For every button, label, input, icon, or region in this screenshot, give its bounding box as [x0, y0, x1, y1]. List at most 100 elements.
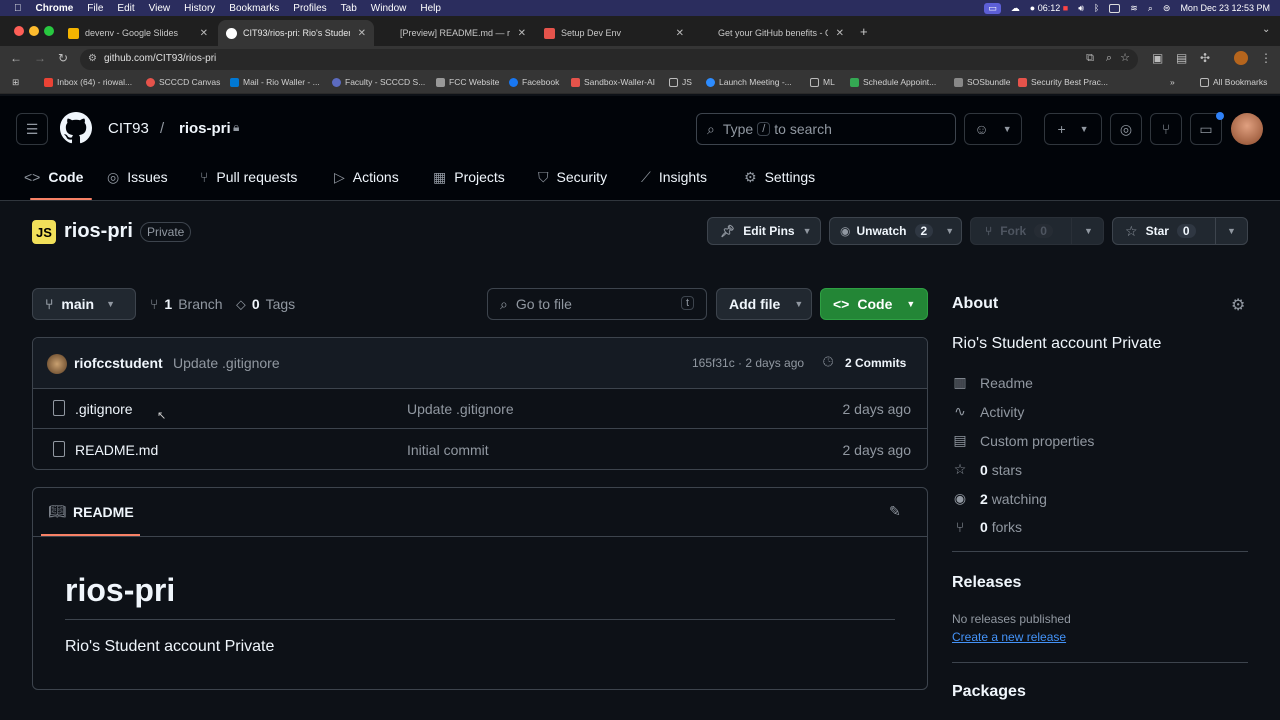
go-to-file-input[interactable]: ⌕ Go to file t [487, 288, 707, 320]
battery-icon[interactable] [1109, 3, 1121, 13]
file-commit-message[interactable]: Update .gitignore [407, 401, 514, 417]
issues-button[interactable]: ◎ [1110, 113, 1142, 145]
tab-actions[interactable]: ▷ Actions [334, 162, 399, 192]
forward-arrow-icon[interactable]: → [34, 51, 46, 65]
tab-insights[interactable]: ⟋ Insights [641, 162, 707, 192]
extension-2-icon[interactable]: ▤ [1176, 51, 1187, 65]
browser-tab-benefits[interactable]: Get your GitHub benefits - G ✕ [696, 20, 852, 46]
menu-file[interactable]: File [87, 3, 103, 14]
commit-hash-age[interactable]: 165f31c · 2 days ago [692, 356, 804, 370]
clock-text[interactable]: Mon Dec 23 12:53 PM [1180, 3, 1270, 13]
browser-tab-readme-preview[interactable]: [Preview] README.md — rios ✕ [378, 20, 534, 46]
tab-settings[interactable]: ⚙ Settings [744, 162, 815, 192]
tab-pull-requests[interactable]: ⑂ Pull requests [200, 162, 297, 192]
tab-close-icon[interactable]: ✕ [676, 28, 684, 39]
activity-link[interactable]: ∿ Activity [952, 403, 1024, 420]
bookmark-security[interactable]: Security Best Prac... [1018, 77, 1108, 87]
menu-bookmarks[interactable]: Bookmarks [229, 3, 279, 14]
bookmark-js[interactable]: JS [669, 77, 692, 87]
pencil-edit-icon[interactable]: ✎ [889, 503, 901, 520]
repo-owner-link[interactable]: CIT93 [108, 120, 149, 137]
menu-window[interactable]: Window [371, 3, 407, 14]
all-bookmarks[interactable]: All Bookmarks [1200, 77, 1267, 87]
branches-link[interactable]: ⑂ 1 Branch [150, 296, 223, 312]
new-tab-icon[interactable]: + [860, 24, 868, 39]
tab-issues[interactable]: ◎ Issues [107, 162, 168, 192]
browser-tab-github-active[interactable]: CIT93/rios-pri: Rio's Student ✕ [218, 20, 374, 46]
file-commit-message[interactable]: Initial commit [407, 442, 489, 458]
profile-avatar[interactable] [1234, 51, 1248, 65]
spotlight-icon[interactable]: ⌕ [1148, 3, 1153, 14]
menu-help[interactable]: Help [420, 3, 441, 14]
wifi-icon[interactable]: ≋ [1130, 3, 1138, 14]
packages-title[interactable]: Packages [952, 683, 1026, 701]
install-app-icon[interactable]: ⧉ [1086, 52, 1094, 65]
bookmark-canvas[interactable]: SCCCD Canvas [146, 77, 220, 87]
file-name[interactable]: .gitignore [75, 401, 133, 417]
branch-selector[interactable]: ⑂ main ▼ [32, 288, 136, 320]
tab-close-icon[interactable]: ✕ [518, 28, 526, 39]
cloud-icon[interactable]: ☁ [1011, 3, 1020, 14]
unwatch-button[interactable]: ◉ Unwatch 2 ▼ [829, 217, 962, 245]
recording-timer[interactable]: ● 06:12 ■ [1030, 3, 1068, 13]
hamburger-menu-icon[interactable]: ☰ [16, 113, 48, 145]
tab-close-icon[interactable]: ✕ [200, 28, 208, 39]
zoom-window-icon[interactable] [44, 26, 54, 36]
bookmark-inbox[interactable]: Inbox (64) - riowal... [44, 77, 132, 87]
pull-requests-button[interactable]: ⑂ [1150, 113, 1182, 145]
file-row[interactable]: README.md Initial commit 2 days ago [33, 430, 927, 469]
menu-tab[interactable]: Tab [341, 3, 357, 14]
menu-edit[interactable]: Edit [117, 3, 134, 14]
control-center-icon[interactable]: ⊜ [1163, 3, 1171, 14]
bookmark-launch[interactable]: Launch Meeting -... [706, 77, 792, 87]
browser-tab-setup[interactable]: Setup Dev Env ✕ [536, 20, 692, 46]
tags-link[interactable]: ⬦ 0 Tags [236, 296, 295, 313]
more-menu-icon[interactable]: ⋮ [1260, 51, 1272, 65]
screen-share-icon[interactable]: ▭ [984, 2, 1001, 14]
tab-search-icon[interactable]: ⌄ [1262, 24, 1270, 35]
bookmark-fcc[interactable]: FCC Website [436, 77, 499, 87]
tab-projects[interactable]: ▦ Projects [433, 162, 505, 192]
bookmark-mail[interactable]: Mail - Rio Waller - ... [230, 77, 320, 87]
apps-grid-icon[interactable]: ⊞ [12, 77, 19, 88]
edit-pins-button[interactable]: 📌︎ Edit Pins ▼ [707, 217, 821, 245]
stars-link[interactable]: ☆ 0 stars [952, 461, 1022, 478]
bookmark-facebook[interactable]: Facebook [509, 77, 559, 87]
file-row[interactable]: .gitignore Update .gitignore 2 days ago … [33, 389, 927, 429]
menu-history[interactable]: History [184, 3, 215, 14]
minimize-window-icon[interactable] [29, 26, 39, 36]
tab-close-icon[interactable]: ✕ [358, 28, 366, 39]
zoom-icon[interactable]: ⌕ [1106, 52, 1112, 65]
bookmark-ml[interactable]: ML [810, 77, 835, 87]
apple-icon[interactable]:  [14, 3, 22, 14]
code-button[interactable]: <> Code ▼ [820, 288, 928, 320]
puzzle-icon[interactable]: ✣ [1200, 51, 1210, 65]
copilot-button[interactable]: ☺ ▼ [964, 113, 1022, 145]
menu-app-name[interactable]: Chrome [36, 3, 74, 14]
user-avatar[interactable] [1231, 113, 1263, 145]
browser-tab-slides[interactable]: devenv - Google Slides ✕ [60, 20, 216, 46]
github-logo-icon[interactable] [60, 112, 92, 144]
star-button[interactable]: ☆ Star 0 ▼ [1112, 217, 1248, 245]
gear-icon[interactable]: ⚙ [1231, 295, 1245, 315]
file-name[interactable]: README.md [75, 442, 158, 458]
commit-message[interactable]: Update .gitignore [173, 355, 280, 371]
close-window-icon[interactable] [14, 26, 24, 36]
bookmark-faculty[interactable]: Faculty - SCCCD S... [332, 77, 425, 87]
repo-title[interactable]: rios-pri [64, 220, 133, 243]
bookmark-schedule[interactable]: Schedule Appoint... [850, 77, 936, 87]
readme-link[interactable]: ▥ Readme [952, 374, 1033, 391]
bookmarks-overflow-icon[interactable]: » [1170, 77, 1175, 87]
search-input[interactable]: ⌕ Type / to search [696, 113, 956, 145]
back-arrow-icon[interactable]: ← [10, 51, 22, 65]
tab-security[interactable]: ⛉ Security [538, 162, 607, 192]
extension-icon[interactable]: ▣ [1152, 51, 1163, 65]
address-bar[interactable]: ⚙ github.com/CIT93/rios-pri ⧉ ⌕ ☆ [80, 49, 1138, 70]
author-avatar[interactable] [47, 354, 67, 374]
site-info-icon[interactable]: ⚙ [88, 53, 97, 64]
watching-link[interactable]: ◉ 2 watching [952, 490, 1047, 507]
repo-name-link[interactable]: rios-pri [179, 120, 231, 137]
create-new-button[interactable]: + ▼ [1044, 113, 1102, 145]
commits-link[interactable]: 2 Commits [845, 356, 906, 370]
tab-close-icon[interactable]: ✕ [836, 28, 844, 39]
